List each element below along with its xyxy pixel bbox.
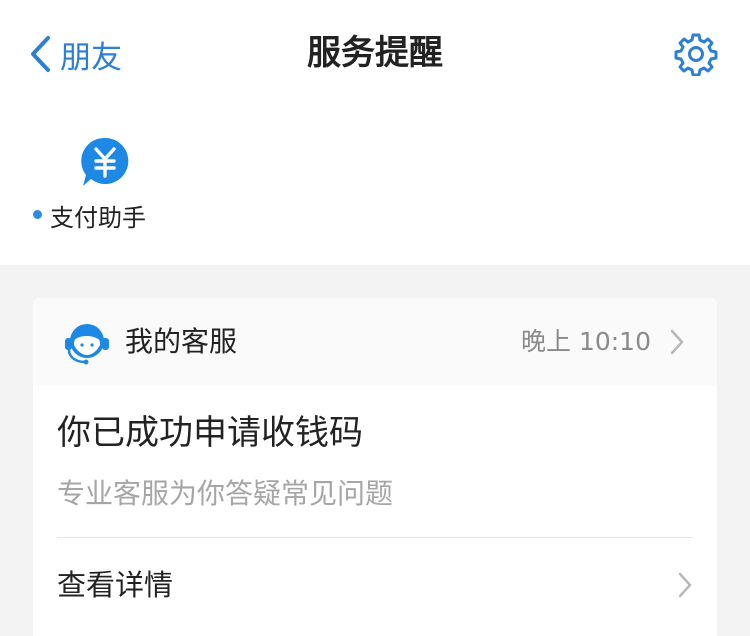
shortcut-payment-assistant[interactable]: 支付助手 [30,132,170,232]
unread-dot [33,210,42,219]
message-time: 晚上 10:10 [521,327,651,356]
chevron-right-icon [678,572,692,598]
message-title: 你已成功申请收钱码 [57,413,363,453]
view-details-button[interactable]: 查看详情 [33,538,717,634]
customer-service-icon [65,324,109,365]
yuan-icon [81,137,129,186]
page-title: 服务提醒 [307,33,443,73]
message-subtitle: 专业客服为你答疑常见问题 [57,477,394,510]
sender-name: 我的客服 [125,325,238,358]
shortcut-label: 支付助手 [50,204,146,232]
card-header[interactable]: 我的客服 晚上 10:10 [33,298,717,386]
message-card: 我的客服 晚上 10:10 你已成功申请收钱码 专业客服为你答疑常见问题 查看详… [33,298,717,636]
chevron-right-icon [670,329,684,355]
view-details-label: 查看详情 [57,568,174,602]
header: 朋友 服务提醒 支付助手 [0,0,750,265]
gear-icon[interactable] [674,32,718,76]
